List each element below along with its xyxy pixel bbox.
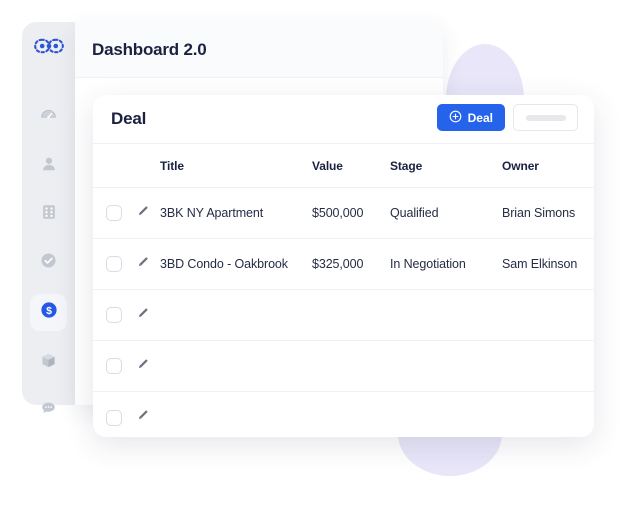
edit-pencil-icon[interactable] (136, 357, 150, 376)
deal-card-actions: Deal (436, 104, 578, 131)
screenshot-root: $ Dashboard 2.0 Deal Deal Title Value St… (0, 0, 620, 510)
window-titlebar: Dashboard 2.0 (75, 22, 443, 78)
deal-card-header: Deal Deal (93, 95, 594, 144)
secondary-button-placeholder-bar (525, 114, 566, 121)
row-checkbox[interactable] (106, 307, 122, 323)
chat-bubble-icon (39, 399, 58, 423)
column-header-stage: Stage (390, 158, 423, 173)
cell-owner: Sam Elkinson (502, 257, 578, 271)
add-deal-button[interactable]: Deal (436, 104, 505, 131)
table-header-row: Title Value Stage Owner (93, 144, 594, 188)
cell-value: $500,000 (312, 206, 364, 220)
column-header-owner: Owner (502, 158, 539, 173)
page-title: Dashboard 2.0 (92, 39, 207, 59)
sidebar-item-dashboard[interactable] (30, 100, 67, 137)
edit-pencil-icon[interactable] (136, 255, 150, 274)
add-deal-button-label: Deal (467, 110, 493, 125)
cell-title: 3BD Condo - Oakbrook (160, 257, 288, 271)
app-logo[interactable] (22, 22, 75, 74)
row-checkbox[interactable] (106, 358, 122, 374)
plus-circle-icon (449, 110, 462, 126)
table-row-placeholder[interactable] (93, 341, 594, 392)
sidebar-item-products[interactable] (30, 344, 67, 381)
cell-stage: Qualified (390, 206, 439, 220)
dollar-circle-icon: $ (39, 300, 59, 325)
table-row[interactable]: 3BK NY Apartment $500,000 Qualified Bria… (93, 188, 594, 239)
gauge-icon (39, 107, 58, 131)
edit-pencil-icon[interactable] (136, 306, 150, 325)
table-row-placeholder[interactable] (93, 392, 594, 437)
sidebar-item-deals[interactable]: $ (30, 294, 67, 331)
table-row[interactable]: 3BD Condo - Oakbrook $325,000 In Negotia… (93, 239, 594, 290)
person-icon (40, 155, 58, 178)
column-header-value: Value (312, 158, 343, 173)
edit-pencil-icon[interactable] (136, 204, 150, 223)
cell-title: 3BK NY Apartment (160, 206, 264, 220)
sidebar-item-companies[interactable] (30, 196, 67, 233)
cell-owner: Brian Simons (502, 206, 576, 220)
sidebar-item-contacts[interactable] (30, 148, 67, 185)
edit-pencil-icon[interactable] (136, 408, 150, 427)
check-circle-icon (39, 251, 58, 275)
secondary-action-button[interactable] (513, 104, 578, 131)
deal-card: Deal Deal Title Value Stage Owner 3BK NY… (93, 95, 594, 437)
cell-stage: In Negotiation (390, 257, 466, 271)
row-checkbox[interactable] (106, 256, 122, 272)
table-row-placeholder[interactable] (93, 290, 594, 341)
chain-link-logo-icon (33, 38, 64, 59)
sidebar-item-messages[interactable] (30, 392, 67, 429)
sidebar: $ (22, 22, 75, 413)
deal-card-title: Deal (111, 109, 147, 128)
building-grid-icon (40, 203, 58, 226)
svg-text:$: $ (46, 305, 52, 317)
sidebar-item-tasks[interactable] (30, 244, 67, 281)
cell-value: $325,000 (312, 257, 364, 271)
row-checkbox[interactable] (106, 205, 122, 221)
row-checkbox[interactable] (106, 409, 122, 426)
box-cube-icon (39, 351, 58, 375)
column-header-title: Title (160, 158, 184, 173)
